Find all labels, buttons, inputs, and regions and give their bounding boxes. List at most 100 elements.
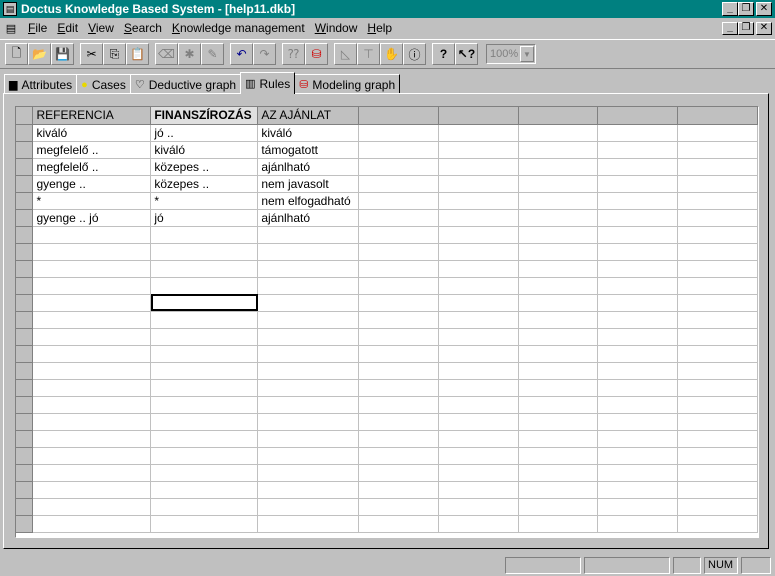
grid-cell[interactable]: megfelelő .. — [32, 141, 152, 159]
grid-cell[interactable] — [597, 328, 679, 346]
grid-cell[interactable] — [358, 515, 440, 533]
grid-cell[interactable] — [677, 124, 758, 142]
grid-cell[interactable] — [358, 243, 440, 261]
grid-cell[interactable] — [438, 345, 519, 363]
column-header[interactable] — [358, 107, 440, 125]
row-header[interactable] — [16, 141, 34, 159]
row-header[interactable] — [16, 413, 34, 431]
row-header[interactable] — [16, 192, 34, 210]
row-header[interactable] — [16, 124, 34, 142]
grid-cell[interactable] — [150, 328, 259, 346]
grid-cell[interactable] — [518, 209, 599, 227]
grid-cell[interactable] — [677, 345, 758, 363]
grid-cell[interactable]: nem javasolt — [257, 175, 360, 193]
grid-cell[interactable] — [677, 243, 758, 261]
grid-cell[interactable] — [518, 481, 599, 499]
row-header[interactable] — [16, 311, 34, 329]
rules-grid[interactable]: REFERENCIA FINANSZÍROZÁS AZ AJÁNLAT kivá… — [15, 106, 759, 538]
grid-cell[interactable] — [150, 345, 259, 363]
grid-cell[interactable] — [150, 277, 259, 295]
grid-cell[interactable] — [518, 515, 599, 533]
grid-cell[interactable] — [677, 396, 758, 414]
grid-cell[interactable]: ajánlható — [257, 209, 360, 227]
corner-cell[interactable] — [16, 107, 34, 125]
grid-cell[interactable] — [518, 175, 599, 193]
grid-cell[interactable] — [677, 192, 758, 210]
grid-cell[interactable] — [677, 175, 758, 193]
grid-cell[interactable] — [677, 498, 758, 516]
grid-cell[interactable] — [677, 277, 758, 295]
grid-cell[interactable]: jó — [150, 209, 259, 227]
save-icon[interactable]: 💾 — [51, 43, 74, 65]
row-header[interactable] — [16, 515, 34, 533]
grid-cell[interactable] — [518, 413, 599, 431]
grid-cell[interactable] — [518, 277, 599, 295]
menu-file[interactable]: File — [23, 21, 52, 35]
grid-cell[interactable] — [438, 277, 519, 295]
grid-cell[interactable] — [597, 430, 679, 448]
grid-cell[interactable] — [677, 294, 758, 312]
grid-cell[interactable] — [358, 498, 440, 516]
hand-icon[interactable]: ✋ — [380, 43, 403, 65]
grid-cell[interactable] — [677, 141, 758, 159]
grid-cell[interactable] — [597, 124, 679, 142]
row-header[interactable] — [16, 328, 34, 346]
grid-cell[interactable] — [677, 362, 758, 380]
grid-cell[interactable] — [32, 515, 152, 533]
grid-cell[interactable] — [438, 141, 519, 159]
row-header[interactable] — [16, 226, 34, 244]
grid-cell[interactable] — [518, 226, 599, 244]
grid-cell[interactable] — [677, 158, 758, 176]
grid-cell[interactable] — [438, 124, 519, 142]
grid-cell[interactable] — [597, 447, 679, 465]
tab-deductive-graph[interactable]: ♡ Deductive graph — [129, 74, 242, 94]
grid-cell[interactable] — [438, 515, 519, 533]
grid-cell[interactable] — [32, 277, 152, 295]
grid-cell[interactable] — [358, 226, 440, 244]
grid-cell[interactable] — [597, 192, 679, 210]
database-icon[interactable]: ⛁ — [305, 43, 328, 65]
zoom-select[interactable]: 100% ▼ — [486, 44, 536, 64]
grid-cell[interactable] — [358, 430, 440, 448]
grid-cell[interactable] — [438, 260, 519, 278]
grid-cell[interactable] — [32, 379, 152, 397]
grid-cell[interactable]: közepes .. — [150, 158, 259, 176]
grid-cell[interactable] — [32, 498, 152, 516]
grid-cell[interactable] — [32, 345, 152, 363]
grid-cell[interactable] — [358, 158, 440, 176]
grid-cell[interactable] — [32, 481, 152, 499]
grid-cell[interactable] — [438, 158, 519, 176]
menu-help[interactable]: Help — [362, 21, 397, 35]
chevron-down-icon[interactable]: ▼ — [520, 46, 534, 62]
grid-cell[interactable] — [597, 379, 679, 397]
grid-cell[interactable] — [438, 464, 519, 482]
grid-cell[interactable] — [518, 260, 599, 278]
triangle-ruler-icon[interactable]: ◺ — [334, 43, 357, 65]
grid-cell[interactable] — [32, 328, 152, 346]
grid-cell[interactable] — [518, 447, 599, 465]
grid-cell[interactable] — [257, 481, 360, 499]
grid-cell[interactable] — [597, 260, 679, 278]
grid-cell[interactable] — [257, 277, 360, 295]
redo-icon[interactable]: ↷ — [253, 43, 276, 65]
grid-cell[interactable] — [597, 294, 679, 312]
grid-cell[interactable] — [518, 124, 599, 142]
row-header[interactable] — [16, 430, 34, 448]
info-icon[interactable]: ⓘ — [403, 43, 426, 65]
grid-cell[interactable] — [358, 175, 440, 193]
grid-cell[interactable] — [677, 481, 758, 499]
grid-cell[interactable] — [518, 141, 599, 159]
column-header[interactable] — [438, 107, 519, 125]
grid-cell[interactable]: * — [32, 192, 152, 210]
app-icon[interactable]: ▤ — [3, 2, 17, 16]
grid-cell[interactable]: kiváló — [32, 124, 152, 142]
hierarchy-icon[interactable]: ⊤ — [357, 43, 380, 65]
grid-cell[interactable] — [438, 243, 519, 261]
grid-cell[interactable] — [438, 362, 519, 380]
grid-cell[interactable]: közepes .. — [150, 175, 259, 193]
grid-cell[interactable] — [150, 498, 259, 516]
grid-cell[interactable] — [597, 396, 679, 414]
grid-cell[interactable] — [257, 362, 360, 380]
grid-cell[interactable] — [150, 362, 259, 380]
grid-cell[interactable] — [438, 192, 519, 210]
